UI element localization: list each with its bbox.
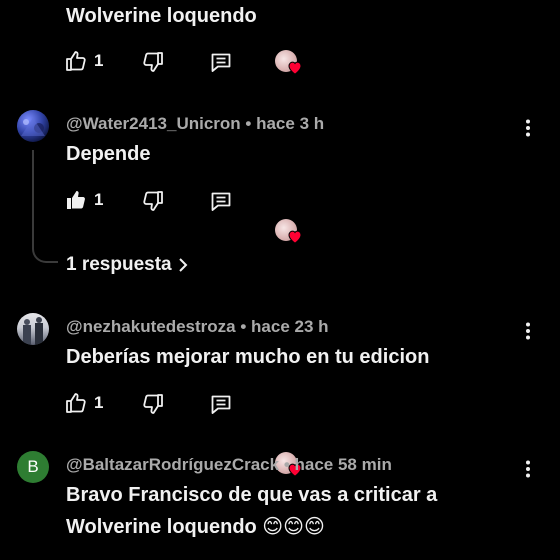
author-name[interactable]: @Water2413_Unicron <box>66 114 241 133</box>
avatar-letter: B <box>27 457 39 476</box>
thumb-down-icon <box>143 52 163 72</box>
thumb-down-icon <box>143 394 163 414</box>
like-count: 1 <box>94 393 104 412</box>
thumb-up-icon <box>67 191 85 209</box>
comment-text-line-2: Wolverine loquendo 😊😊😊 <box>66 516 325 538</box>
like-button[interactable]: 1 <box>64 49 103 73</box>
thread-line <box>32 150 58 263</box>
dislike-button[interactable] <box>141 189 165 218</box>
more-vert-icon <box>526 322 530 340</box>
dislike-button[interactable] <box>141 392 165 421</box>
comment-time: hace 23 h <box>251 317 329 336</box>
creator-heart-icon <box>275 217 305 247</box>
author-name[interactable]: @nezhakutedestroza <box>66 317 236 336</box>
more-vert-icon <box>526 460 530 478</box>
more-options-button[interactable] <box>516 116 540 140</box>
like-count: 1 <box>94 51 104 70</box>
like-count: 1 <box>94 190 104 209</box>
avatar[interactable]: B <box>17 451 49 483</box>
reply-button[interactable] <box>209 50 233 79</box>
reply-button[interactable] <box>209 392 233 421</box>
comment-time: hace 3 h <box>256 114 325 133</box>
comment-meta: @nezhakutedestroza • hace 23 h <box>66 317 329 336</box>
creator-heart-icon <box>275 48 305 78</box>
avatar[interactable] <box>17 110 49 142</box>
comment-text: Wolverine loquendo <box>66 5 257 27</box>
comment-meta: @Water2413_Unicron • hace 3 h <box>66 114 325 133</box>
comment-time: hace 58 min <box>294 455 392 474</box>
like-button[interactable]: 1 <box>64 391 103 415</box>
thumb-down-icon <box>143 191 163 211</box>
thumb-up-icon <box>66 393 86 413</box>
comment-meta: @BaltazarRodríguezCrack • hace 58 min <box>66 455 392 474</box>
comment-text-line-1: Bravo Francisco de que vas a criticar a <box>66 484 438 506</box>
replies-label: 1 respuesta <box>66 254 172 275</box>
like-button[interactable]: 1 <box>64 188 103 212</box>
more-options-button[interactable] <box>516 457 540 481</box>
more-options-button[interactable] <box>516 319 540 343</box>
view-replies-button[interactable]: 1 respuesta <box>66 254 188 276</box>
more-vert-icon <box>526 119 530 137</box>
reply-icon <box>211 395 231 414</box>
chevron-right-icon <box>178 258 188 272</box>
reply-icon <box>211 192 231 211</box>
comment-text: Deberías mejorar mucho en tu edicion <box>66 346 430 368</box>
dislike-button[interactable] <box>141 50 165 79</box>
thumb-up-icon <box>66 51 86 71</box>
reply-icon <box>211 53 231 72</box>
avatar[interactable] <box>17 313 49 345</box>
author-name[interactable]: @BaltazarRodríguezCrack <box>66 455 279 474</box>
comment-text: Depende <box>66 143 151 165</box>
reply-button[interactable] <box>209 189 233 218</box>
